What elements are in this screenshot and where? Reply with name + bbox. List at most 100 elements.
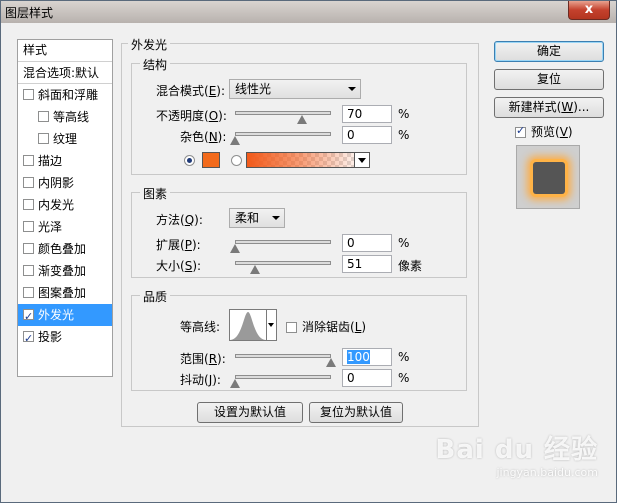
solid-color-radio[interactable] [184, 155, 195, 166]
style-item[interactable]: 纹理 [18, 128, 112, 150]
style-item-checkbox[interactable] [23, 265, 34, 276]
blend-options-item[interactable]: 混合选项:默认 [18, 62, 112, 84]
contour-picker[interactable] [229, 309, 267, 341]
range-slider[interactable] [235, 354, 331, 358]
spread-input[interactable]: 0 [342, 234, 392, 252]
style-item-checkbox[interactable] [38, 133, 49, 144]
style-preview-thumbnail [516, 145, 580, 209]
set-default-button[interactable]: 设置为默认值 [197, 402, 303, 423]
spread-unit: % [398, 236, 410, 250]
title-bar: 图层样式 x [1, 1, 616, 23]
style-item[interactable]: 内发光 [18, 194, 112, 216]
glow-color-swatch[interactable] [202, 152, 220, 168]
watermark-url: jingyan.baidu.com [496, 466, 598, 479]
style-item[interactable]: 颜色叠加 [18, 238, 112, 260]
blend-mode-select[interactable]: 线性光 [229, 79, 361, 99]
opacity-slider-thumb[interactable] [297, 115, 308, 124]
outer-glow-title: 外发光 [128, 36, 171, 53]
window-title: 图层样式 [5, 6, 54, 20]
opacity-unit: % [398, 107, 410, 121]
style-item-label: 斜面和浮雕 [38, 88, 99, 102]
range-slider-thumb[interactable] [326, 358, 336, 367]
style-item-label: 图案叠加 [38, 286, 87, 300]
style-item[interactable]: 等高线 [18, 106, 112, 128]
chevron-down-icon [272, 216, 280, 220]
opacity-input[interactable]: 70 [342, 105, 392, 123]
antialias-label: 消除锯齿(L) [302, 320, 367, 334]
size-label: 大小(S): [156, 259, 202, 273]
style-item-checkbox[interactable] [23, 155, 34, 166]
contour-dropdown[interactable] [267, 309, 277, 341]
style-item-label: 描边 [38, 154, 63, 168]
style-item-label: 内发光 [38, 198, 75, 212]
style-item-checkbox[interactable] [38, 111, 49, 122]
style-item[interactable]: 外发光 [18, 304, 112, 326]
elements-title: 图素 [140, 185, 171, 202]
style-item-label: 颜色叠加 [38, 242, 87, 256]
style-item[interactable]: 图案叠加 [18, 282, 112, 304]
jitter-label: 抖动(J): [180, 373, 221, 387]
style-item-checkbox[interactable] [23, 221, 34, 232]
styles-list: 样式 混合选项:默认 斜面和浮雕等高线纹理描边内阴影内发光光泽颜色叠加渐变叠加图… [17, 39, 113, 377]
opacity-label: 不透明度(O): [156, 109, 227, 123]
style-item[interactable]: 描边 [18, 150, 112, 172]
size-input[interactable]: 51 [342, 255, 392, 273]
style-item-label: 纹理 [53, 132, 78, 146]
gradient-picker-dropdown[interactable] [354, 152, 370, 168]
method-select[interactable]: 柔和 [229, 208, 285, 228]
style-item-label: 内阴影 [38, 176, 75, 190]
styles-header[interactable]: 样式 [18, 40, 112, 62]
preview-label: 预览(V) [531, 125, 573, 139]
antialias-checkbox[interactable] [286, 322, 297, 333]
elements-group: 图素 方法(Q): 柔和 扩展(P): 0 % 大小(S): 51 像素 [131, 185, 467, 278]
preview-checkbox[interactable] [515, 124, 526, 138]
ok-button[interactable]: 确定 [494, 41, 604, 62]
noise-unit: % [398, 128, 410, 142]
spread-slider-thumb[interactable] [230, 244, 240, 253]
baidu-watermark: Bai du 经验 jingyan.baidu.com [436, 429, 599, 479]
method-label: 方法(Q): [156, 213, 203, 227]
spread-slider[interactable] [235, 240, 331, 244]
style-item-checkbox[interactable] [23, 177, 34, 188]
jitter-slider-thumb[interactable] [230, 379, 240, 388]
reset-default-button[interactable]: 复位为默认值 [309, 402, 403, 423]
style-item[interactable]: 投影 [18, 326, 112, 348]
size-slider-thumb[interactable] [249, 265, 260, 274]
jitter-slider[interactable] [235, 375, 331, 379]
reset-button[interactable]: 复位 [494, 69, 604, 90]
structure-group: 结构 混合模式(E): 线性光 不透明度(O): 70 % 杂色(N): 0 % [131, 56, 467, 175]
style-item[interactable]: 斜面和浮雕 [18, 84, 112, 106]
range-unit: % [398, 350, 410, 364]
gradient-radio[interactable] [231, 155, 242, 166]
style-item-checkbox[interactable] [23, 287, 34, 298]
jitter-input[interactable]: 0 [342, 369, 392, 387]
style-item[interactable]: 渐变叠加 [18, 260, 112, 282]
style-item-checkbox[interactable] [23, 199, 34, 210]
glow-gradient-swatch[interactable] [246, 152, 366, 168]
style-item[interactable]: 光泽 [18, 216, 112, 238]
blend-mode-label: 混合模式(E): [156, 84, 226, 98]
chevron-down-icon [348, 87, 356, 91]
contour-label: 等高线: [180, 320, 221, 334]
noise-slider[interactable] [235, 132, 331, 136]
structure-title: 结构 [140, 56, 171, 73]
noise-slider-thumb[interactable] [230, 136, 240, 145]
style-item-checkbox[interactable] [23, 328, 34, 348]
blend-options-label: 混合选项:默认 [23, 66, 100, 80]
range-input[interactable]: 100 [342, 348, 392, 366]
close-button[interactable]: x [568, 1, 610, 20]
opacity-slider[interactable] [235, 111, 331, 115]
blend-mode-value: 线性光 [235, 82, 272, 96]
style-item-checkbox[interactable] [23, 243, 34, 254]
new-style-button[interactable]: 新建样式(W)... [494, 97, 604, 118]
size-unit: 像素 [398, 259, 423, 273]
layer-style-dialog: 图层样式 x 样式 混合选项:默认 斜面和浮雕等高线纹理描边内阴影内发光光泽颜色… [0, 0, 617, 503]
contour-curve-icon [230, 312, 266, 340]
style-item[interactable]: 内阴影 [18, 172, 112, 194]
jitter-unit: % [398, 371, 410, 385]
style-item-checkbox[interactable] [23, 306, 34, 326]
noise-input[interactable]: 0 [342, 126, 392, 144]
style-item-checkbox[interactable] [23, 89, 34, 100]
style-item-label: 渐变叠加 [38, 264, 87, 278]
style-item-label: 光泽 [38, 220, 63, 234]
